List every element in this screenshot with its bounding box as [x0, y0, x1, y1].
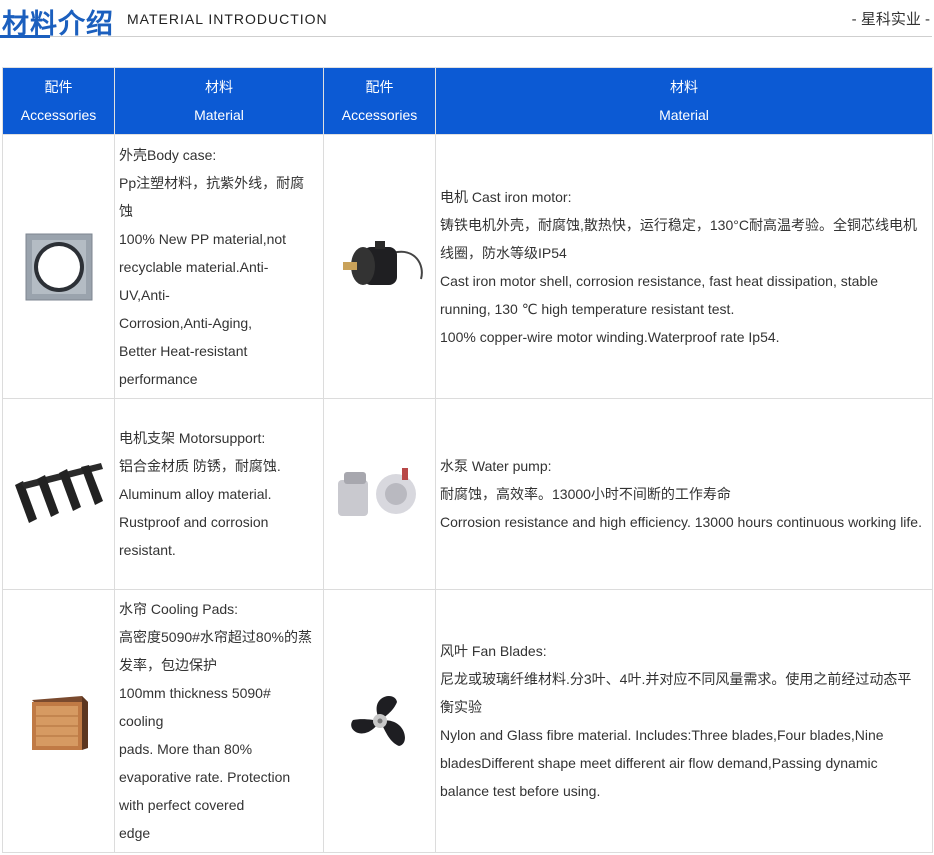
motor-text: 电机 Cast iron motor: 铸铁电机外壳，耐腐蚀,散热快，运行稳定，… [435, 134, 933, 399]
water-pump-image [337, 468, 416, 516]
water-pump-image-cell [323, 398, 436, 590]
fan-blade-image [350, 696, 405, 746]
header-material: 材料 Material [114, 67, 324, 135]
page-header: 材料介绍 MATERIAL INTRODUCTION - 星科实业 - [0, 0, 934, 40]
header-accessories: 配件 Accessories [2, 67, 115, 135]
table-row: 水帘 Cooling Pads: 高密度5090#水帘超过80%的蒸 发率，包边… [2, 589, 933, 853]
table-header-row: 配件 Accessories 材料 Material 配件 Accessories 材… [2, 67, 933, 135]
water-pump-text: 水泵 Water pump: 耐腐蚀，高效率。13000小时不间断的工作寿命 C… [435, 398, 933, 590]
header-divider [0, 36, 932, 37]
material-table: 配件 Accessories 材料 Material 配件 Accessories 材… [2, 67, 933, 853]
header-accessories: 配件 Accessories [323, 67, 436, 135]
header-accent-bar [0, 35, 50, 38]
fan-blade-image-cell [323, 589, 436, 853]
table-row: 电机支架 Motorsupport: 铝合金材质 防锈，耐腐蚀. Aluminu… [2, 398, 933, 590]
motor-support-image [14, 463, 103, 523]
table-row: 外壳Body case: Pp注塑材料，抗紫外线，耐腐 蚀 100% New P… [2, 134, 933, 399]
body-case-text: 外壳Body case: Pp注塑材料，抗紫外线，耐腐 蚀 100% New P… [114, 134, 324, 399]
body-case-image [25, 233, 92, 300]
page-subtitle: MATERIAL INTRODUCTION [127, 11, 328, 27]
company-name: - 星科实业 - [851, 11, 930, 28]
motor-image [342, 240, 423, 285]
motor-support-image-cell [2, 398, 115, 590]
motor-image-cell [323, 134, 436, 399]
cooling-pad-image-cell [2, 589, 115, 853]
fan-blade-text: 风叶 Fan Blades: 尼龙或玻璃纤维材料.分3叶、4叶.并对应不同风量需… [435, 589, 933, 853]
body-case-image-cell [2, 134, 115, 399]
cooling-pad-image [31, 696, 88, 750]
motor-support-text: 电机支架 Motorsupport: 铝合金材质 防锈，耐腐蚀. Aluminu… [114, 398, 324, 590]
cooling-pad-text: 水帘 Cooling Pads: 高密度5090#水帘超过80%的蒸 发率，包边… [114, 589, 324, 853]
header-material: 材料 Material [435, 67, 933, 135]
